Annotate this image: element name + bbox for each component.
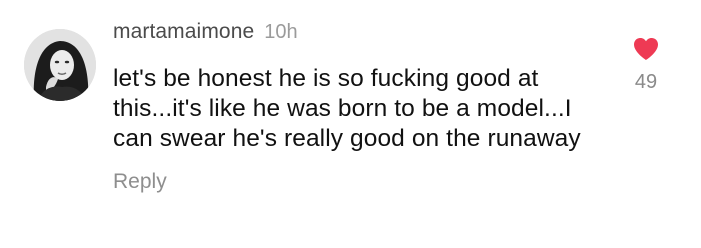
heart-icon[interactable]: [633, 37, 659, 61]
comment-item: martamaimone 10h let's be honest he is s…: [0, 0, 701, 248]
avatar-image: [24, 29, 96, 101]
timestamp: 10h: [264, 21, 298, 43]
comment-body: martamaimone 10h let's be honest he is s…: [113, 20, 583, 194]
avatar[interactable]: [24, 29, 96, 101]
comment-meta: martamaimone 10h: [113, 20, 583, 52]
like-count: 49: [634, 71, 658, 93]
username-link[interactable]: martamaimone: [113, 20, 254, 44]
reply-button[interactable]: Reply: [113, 170, 583, 194]
like-control[interactable]: 49: [625, 37, 667, 94]
comment-text: let's be honest he is so fucking good at…: [113, 65, 581, 152]
